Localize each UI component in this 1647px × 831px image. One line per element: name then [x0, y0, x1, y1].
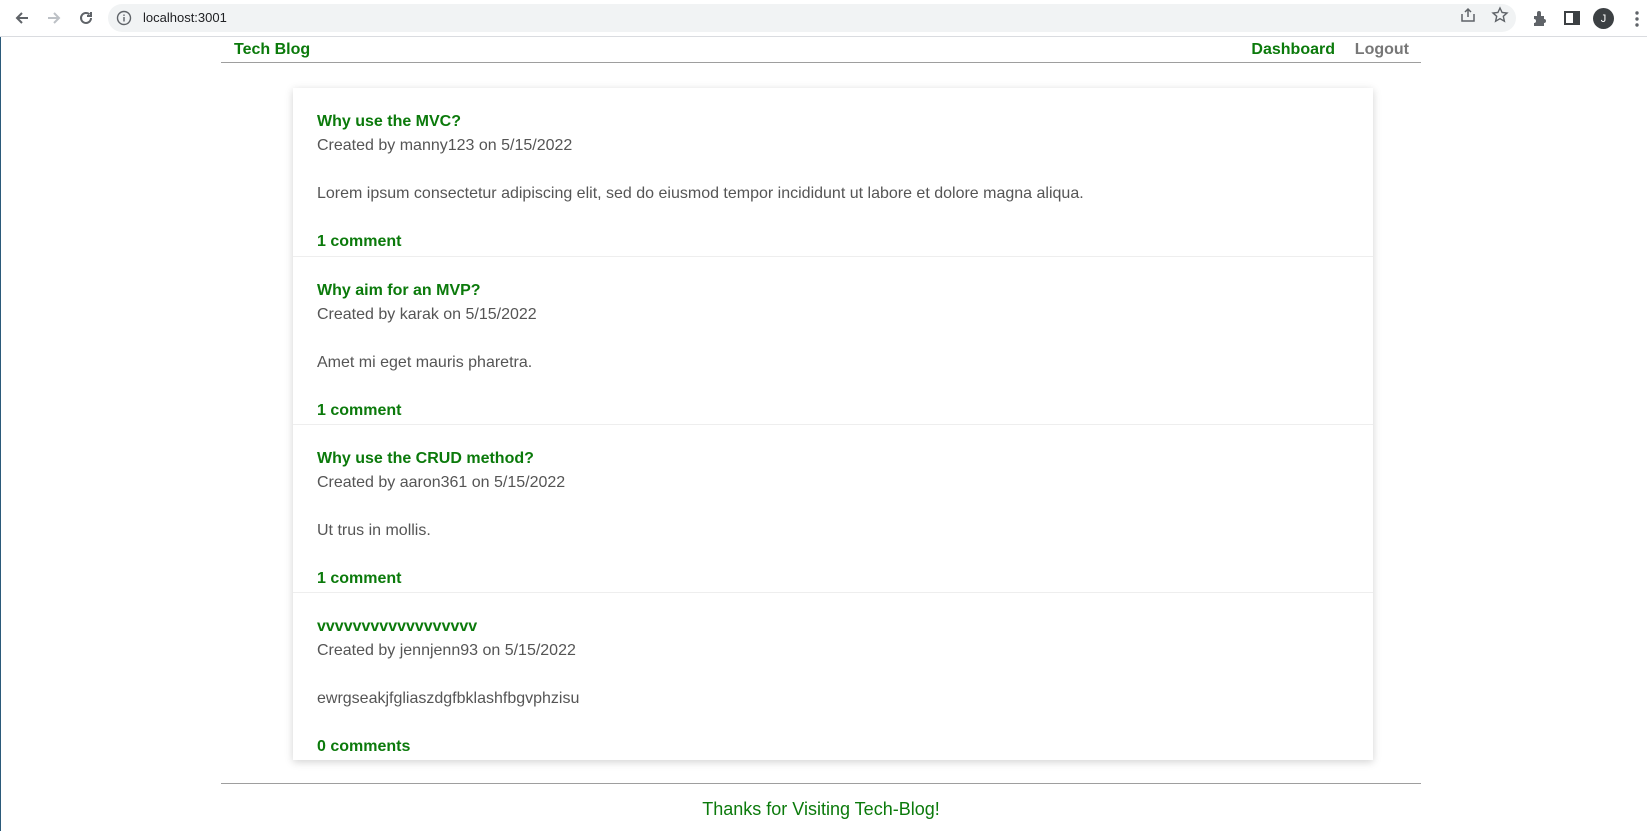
post-card: vvvvvvvvvvvvvvvvvv Created by jennjenn93…: [293, 592, 1373, 760]
post-body: Lorem ipsum consectetur adipiscing elit,…: [317, 185, 1084, 202]
browser-toolbar: localhost:3001 J: [0, 0, 1647, 37]
share-icon[interactable]: [1459, 6, 1477, 24]
footer-message: Thanks for Visiting Tech-Blog!: [702, 799, 940, 819]
nav-logout-link[interactable]: Logout: [1355, 41, 1409, 59]
scrollbar[interactable]: [1633, 37, 1647, 831]
side-panel-icon[interactable]: [1562, 8, 1582, 28]
post-comments-link[interactable]: 1 comment: [317, 233, 401, 251]
post-body: ewrgseakjfgliaszdgfbklashfbgvphzisu: [317, 690, 580, 707]
address-bar[interactable]: localhost:3001: [108, 4, 1516, 32]
post-title[interactable]: Why use the CRUD method?: [317, 450, 534, 468]
post-meta: Created by karak on 5/15/2022: [317, 306, 537, 323]
post-comments-link[interactable]: 0 comments: [317, 738, 410, 756]
post-card: Why use the CRUD method? Created by aaro…: [293, 424, 1373, 592]
post-title[interactable]: vvvvvvvvvvvvvvvvvv: [317, 618, 477, 636]
post-comments-link[interactable]: 1 comment: [317, 402, 401, 420]
back-icon[interactable]: [10, 6, 34, 30]
kebab-menu-icon[interactable]: [1634, 9, 1640, 29]
post-list: Why use the MVC? Created by manny123 on …: [293, 88, 1373, 760]
url-text[interactable]: localhost:3001: [143, 4, 227, 32]
footer-divider: [221, 783, 1421, 784]
post-title[interactable]: Why aim for an MVP?: [317, 282, 481, 300]
reload-icon[interactable]: [74, 6, 98, 30]
post-meta: Created by manny123 on 5/15/2022: [317, 137, 573, 154]
profile-avatar[interactable]: J: [1593, 8, 1614, 29]
star-icon[interactable]: [1491, 6, 1509, 24]
post-body: Ut trus in mollis.: [317, 522, 431, 539]
post-body: Amet mi eget mauris pharetra.: [317, 354, 533, 371]
forward-icon[interactable]: [42, 6, 66, 30]
brand-link[interactable]: Tech Blog: [234, 41, 310, 59]
post-card: Why use the MVC? Created by manny123 on …: [293, 88, 1373, 256]
nav-dashboard-link[interactable]: Dashboard: [1251, 41, 1335, 59]
post-meta: Created by aaron361 on 5/15/2022: [317, 474, 566, 491]
site-header: Tech Blog Dashboard Logout: [221, 37, 1421, 63]
post-comments-link[interactable]: 1 comment: [317, 570, 401, 588]
window-edge: [0, 37, 1, 831]
info-icon[interactable]: [116, 10, 132, 26]
extensions-icon[interactable]: [1530, 8, 1550, 28]
post-title[interactable]: Why use the MVC?: [317, 113, 461, 131]
post-meta: Created by jennjenn93 on 5/15/2022: [317, 642, 576, 659]
post-card: Why aim for an MVP? Created by karak on …: [293, 256, 1373, 424]
